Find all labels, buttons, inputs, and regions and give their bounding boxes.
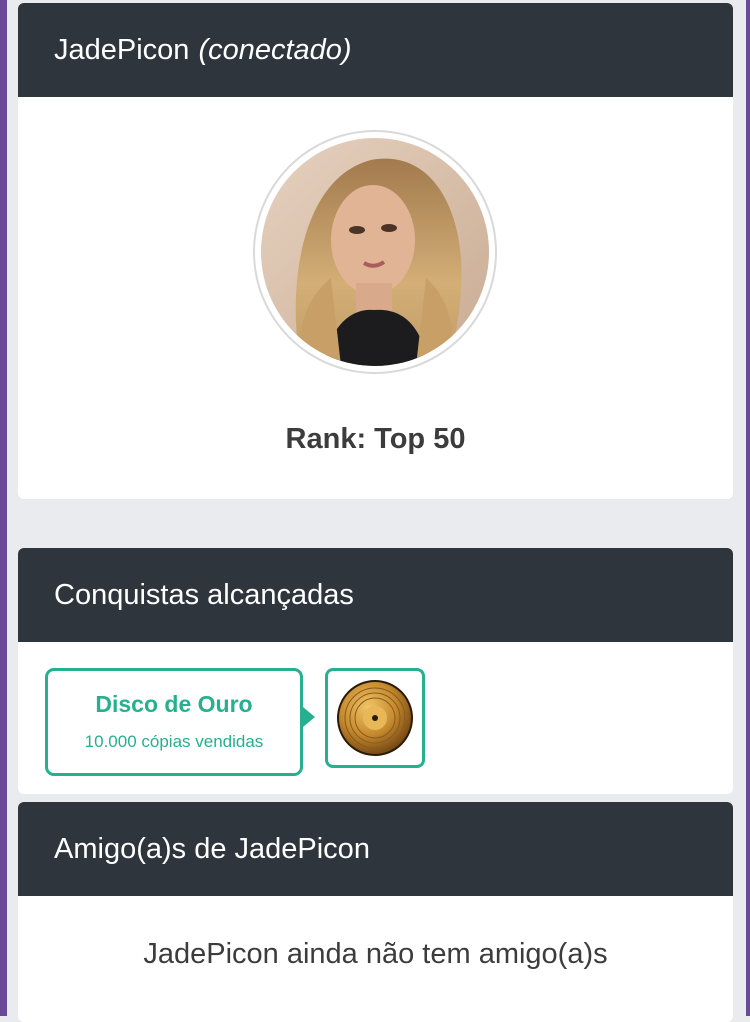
friends-empty-message: JadePicon ainda não tem amigo(a)s [143, 938, 608, 970]
achievement-badge[interactable] [325, 668, 425, 768]
friends-header: Amigo(a)s de JadePicon [18, 802, 733, 896]
gold-record-icon [337, 680, 413, 756]
right-frame-edge [746, 0, 750, 1016]
achievements-card: Conquistas alcançadas Disco de Ouro 10.0… [18, 548, 733, 794]
friends-card: Amigo(a)s de JadePicon JadePicon ainda n… [18, 802, 733, 1022]
avatar-frame [255, 132, 495, 372]
left-frame-edge [0, 0, 7, 1016]
rank-label: Rank: Top 50 [285, 423, 466, 455]
profile-status: (conectado) [198, 33, 352, 66]
achievement-info-box: Disco de Ouro 10.000 cópias vendidas [45, 668, 303, 776]
achievement-name: Disco de Ouro [95, 691, 253, 717]
achievement-description: 10.000 cópias vendidas [84, 732, 264, 751]
avatar-photo [261, 138, 489, 366]
profile-card: JadePicon (conectado) Rank: Top 50 [18, 3, 733, 499]
profile-username: JadePicon [54, 33, 190, 66]
tooltip-arrow [303, 707, 315, 727]
profile-header: JadePicon (conectado) [18, 3, 733, 97]
achievements-header: Conquistas alcançadas [18, 548, 733, 642]
avatar[interactable] [261, 138, 489, 366]
